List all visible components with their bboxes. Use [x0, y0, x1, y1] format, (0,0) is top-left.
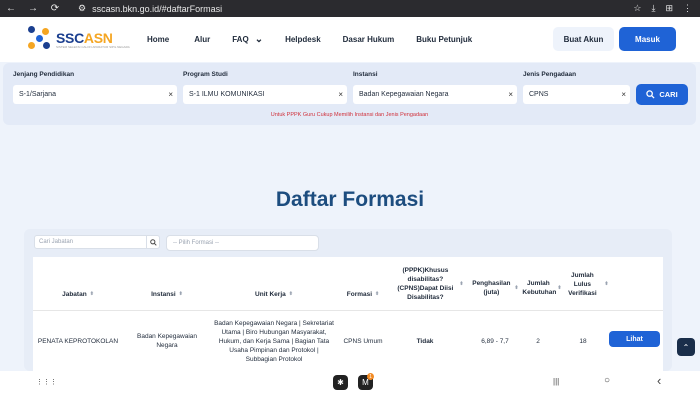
th-kebutuhan[interactable]: Jumlah Kebutuhan ⬍: [521, 257, 563, 311]
nav-faq[interactable]: FAQ: [232, 35, 248, 44]
cari-button[interactable]: CARI: [636, 84, 688, 105]
cell-jabatan: PENATA KEPROTOKOLAN: [37, 337, 119, 345]
cell-penghasilan: 6,89 - 7,7: [481, 337, 509, 345]
instansi-value: Badan Kepegawaian Negara: [359, 91, 449, 98]
filter-panel: Jenjang Pendidikan S-1/Sarjana × Program…: [3, 63, 696, 125]
logo-text: SSCASN: [56, 30, 113, 46]
notification-badge: 1: [367, 373, 374, 380]
jenjang-value: S-1/Sarjana: [19, 91, 56, 98]
clear-icon[interactable]: ×: [621, 90, 626, 99]
instansi-label: Instansi: [353, 71, 378, 78]
th-disabilitas[interactable]: (PPPK)Khusus disabilitas? (CPNS)Dapat Di…: [389, 257, 469, 311]
site-info-icon[interactable]: ⚙: [78, 3, 86, 14]
th-jabatan[interactable]: Jabatan ⬍: [33, 257, 123, 311]
sort-icon[interactable]: ⬍: [459, 280, 463, 289]
cell-unit-kerja: Badan Kepegawaian Negara | Sekretariat U…: [214, 319, 334, 363]
lihat-button[interactable]: Lihat: [609, 331, 660, 347]
browser-toolbar: ← → ⟳ ⚙ sscasn.bkn.go.id/#daftarFormasi …: [0, 0, 700, 17]
sort-icon[interactable]: ⬍: [375, 290, 379, 299]
sort-icon[interactable]: ⬍: [179, 290, 183, 299]
cell-lulus-verifikasi: 18: [579, 337, 587, 345]
nav-dasar-hukum[interactable]: Dasar Hukum: [343, 35, 395, 44]
reload-icon[interactable]: ⟳: [44, 3, 66, 14]
cell-disabilitas: Tidak: [416, 337, 434, 345]
forward-icon[interactable]: →: [22, 3, 44, 14]
prodi-label: Program Studi: [183, 71, 228, 78]
site-header: SSCASN SISTEM SELEKSI CALON APARATUR SIP…: [0, 17, 700, 62]
app-shortcut-icon[interactable]: ✱: [333, 375, 348, 390]
search-placeholder: Cari Jabatan: [39, 239, 74, 245]
buat-akun-button[interactable]: Buat Akun: [553, 27, 614, 51]
th-instansi[interactable]: Instansi ⬍: [123, 257, 211, 311]
download-icon[interactable]: ⤓: [651, 3, 655, 14]
formasi-card: Cari Jabatan -- Pilih Formasi -- Jabatan…: [24, 229, 672, 371]
nav-home[interactable]: Home: [147, 35, 169, 44]
sort-icon[interactable]: ⬍: [604, 280, 608, 289]
clear-icon[interactable]: ×: [168, 90, 173, 99]
url-text: sscasn.bkn.go.id/#daftarFormasi: [92, 3, 223, 14]
prodi-select[interactable]: S-1 ILMU KOMUNIKASI ×: [183, 85, 347, 104]
clear-icon[interactable]: ×: [338, 90, 343, 99]
app-drawer-icon[interactable]: ⋮⋮⋮: [36, 378, 57, 386]
back-icon[interactable]: ←: [0, 3, 22, 14]
nav-buku-petunjuk[interactable]: Buku Petunjuk: [416, 35, 472, 44]
cell-formasi: CPNS Umum: [343, 337, 383, 345]
menu-icon[interactable]: ⋮: [683, 3, 692, 14]
sort-icon[interactable]: ⬍: [90, 290, 94, 299]
sort-icon[interactable]: ⬍: [514, 284, 518, 293]
search-icon: [646, 90, 655, 99]
translate-icon[interactable]: ⊞: [665, 3, 673, 14]
th-unit-kerja[interactable]: Unit Kerja ⬍: [211, 257, 337, 311]
jabatan-search-input[interactable]: Cari Jabatan: [34, 235, 160, 249]
pppk-note: Untuk PPPK Guru Cukup Memilih Instansi d…: [270, 112, 429, 118]
sort-icon[interactable]: ⬍: [289, 290, 293, 299]
formasi-table: Jabatan ⬍ Instansi ⬍ Unit Kerja ⬍ Formasi ⬍ …: [33, 257, 663, 371]
address-bar[interactable]: ⚙ sscasn.bkn.go.id/#daftarFormasi: [78, 3, 598, 14]
logo-mark-icon: [28, 26, 52, 50]
jenjang-label: Jenjang Pendidikan: [13, 71, 75, 78]
formasi-select[interactable]: -- Pilih Formasi --: [166, 235, 319, 251]
th-lulus-verifikasi[interactable]: Jumlah Lulus Verifikasi ⬍: [563, 257, 609, 311]
main-nav: Home Alur FAQ ⌄ Helpdesk Dasar Hukum Buk…: [147, 17, 472, 62]
search-button[interactable]: [146, 235, 160, 249]
instansi-select[interactable]: Badan Kepegawaian Negara ×: [353, 85, 517, 104]
chevron-up-icon: ⌃: [682, 342, 690, 352]
recent-apps-icon[interactable]: |||: [553, 377, 559, 386]
scroll-to-top-button[interactable]: ⌃: [677, 338, 695, 356]
nav-helpdesk[interactable]: Helpdesk: [285, 35, 321, 44]
formasi-placeholder: -- Pilih Formasi --: [173, 240, 219, 246]
chevron-down-icon[interactable]: ⌄: [255, 34, 263, 45]
clear-icon[interactable]: ×: [508, 90, 513, 99]
table-row: PENATA KEPROTOKOLAN Badan Kepegawaian Ne…: [33, 311, 663, 371]
home-icon[interactable]: ○: [604, 375, 610, 386]
nav-alur[interactable]: Alur: [194, 35, 210, 44]
prodi-value: S-1 ILMU KOMUNIKASI: [189, 91, 265, 98]
jenjang-select[interactable]: S-1/Sarjana ×: [13, 85, 177, 104]
jenis-label: Jenis Pengadaan: [523, 71, 577, 78]
masuk-button[interactable]: Masuk: [619, 27, 676, 51]
th-formasi[interactable]: Formasi ⬍: [337, 257, 389, 311]
cell-instansi: Badan Kepegawaian Negara: [137, 333, 197, 349]
sort-icon[interactable]: ⬍: [557, 284, 561, 293]
back-nav-icon[interactable]: ‹: [657, 373, 661, 388]
bookmark-star-icon[interactable]: ☆: [633, 3, 641, 14]
android-nav-bar: ⋮⋮⋮ ✱ M 1 ||| ○ ‹: [0, 371, 700, 394]
jenis-value: CPNS: [529, 91, 549, 98]
table-header: Jabatan ⬍ Instansi ⬍ Unit Kerja ⬍ Formasi ⬍ …: [33, 257, 663, 311]
cari-label: CARI: [659, 90, 678, 99]
jenis-select[interactable]: CPNS ×: [523, 85, 630, 104]
logo-tagline: SISTEM SELEKSI CALON APARATUR SIPIL NEGA…: [56, 45, 130, 49]
search-icon: [150, 238, 157, 246]
cell-kebutuhan: 2: [536, 337, 540, 345]
page-title: Daftar Formasi: [275, 188, 425, 211]
sscasn-logo[interactable]: SSCASN SISTEM SELEKSI CALON APARATUR SIP…: [28, 26, 130, 50]
th-penghasilan[interactable]: Penghasilan (juta) ⬍: [469, 257, 521, 311]
